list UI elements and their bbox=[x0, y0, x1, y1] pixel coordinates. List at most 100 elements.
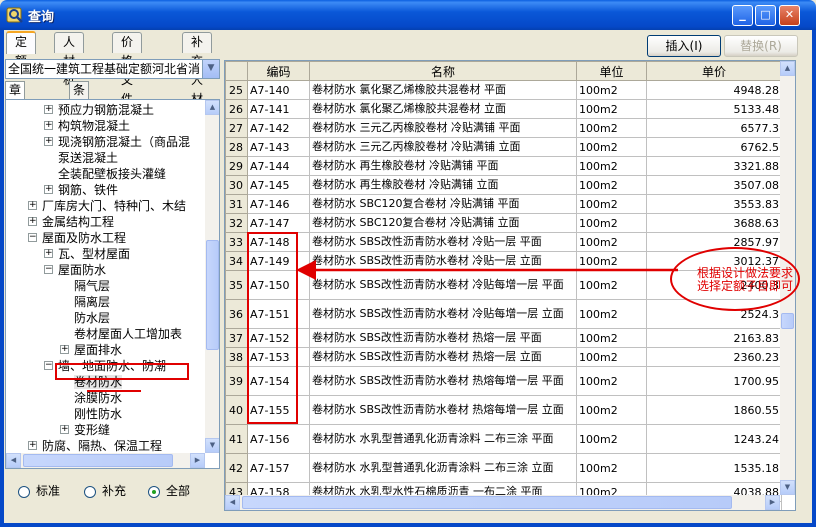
row-index[interactable]: 27 bbox=[225, 118, 248, 138]
column-header-code[interactable]: 编码 bbox=[247, 61, 310, 81]
radio-circle-icon[interactable] bbox=[148, 485, 160, 498]
cell-name[interactable]: 卷材防水 三元乙丙橡胶卷材 冷贴满铺 立面 bbox=[309, 137, 577, 157]
tree-item[interactable]: + 变形缝 bbox=[60, 422, 110, 438]
table-row[interactable]: 25 A7-140 卷材防水 氯化聚乙烯橡胶共混卷材 平面 100m2 4948.28 bbox=[225, 80, 782, 100]
expand-icon[interactable]: + bbox=[44, 121, 53, 130]
row-index[interactable]: 35 bbox=[225, 270, 248, 300]
row-index[interactable]: 28 bbox=[225, 137, 248, 157]
cell-name[interactable]: 卷材防水 SBS改性沥青防水卷材 热熔一层 立面 bbox=[309, 347, 577, 367]
tree-vertical-scrollbar[interactable]: ▲ ▼ bbox=[205, 100, 219, 453]
expand-icon[interactable]: + bbox=[28, 201, 37, 210]
cell-price[interactable]: 3321.88 bbox=[646, 156, 782, 176]
grid-horizontal-scrollbar[interactable]: ◀ ▶ bbox=[225, 495, 780, 510]
column-header-unit[interactable]: 单位 bbox=[576, 61, 647, 81]
row-index[interactable]: 36 bbox=[225, 299, 248, 329]
cell-code[interactable]: A7-143 bbox=[247, 137, 310, 157]
cell-unit[interactable]: 100m2 bbox=[576, 453, 647, 483]
scroll-down-icon[interactable]: ▼ bbox=[780, 480, 795, 495]
row-index[interactable]: 42 bbox=[225, 453, 248, 483]
cell-name[interactable]: 卷材防水 氯化聚乙烯橡胶共混卷材 平面 bbox=[309, 80, 577, 100]
table-row[interactable]: 28 A7-143 卷材防水 三元乙丙橡胶卷材 冷贴满铺 立面 100m2 6762.5 bbox=[225, 137, 782, 157]
row-index[interactable]: 40 bbox=[225, 395, 248, 425]
table-row[interactable]: 26 A7-141 卷材防水 氯化聚乙烯橡胶共混卷材 立面 100m2 5133.48 bbox=[225, 99, 782, 119]
expand-icon[interactable]: + bbox=[28, 441, 37, 450]
tree-item[interactable]: + 厂库房大门、特种门、木结 bbox=[28, 198, 186, 214]
collapse-icon[interactable]: − bbox=[44, 361, 53, 370]
radio-circle-icon[interactable] bbox=[18, 485, 30, 498]
cell-name[interactable]: 卷材防水 水乳型普通乳化沥青涂料 二布三涂 平面 bbox=[309, 424, 577, 454]
cell-price[interactable]: 2163.83 bbox=[646, 328, 782, 348]
tree-item[interactable]: 涂膜防水 bbox=[74, 390, 122, 406]
cell-code[interactable]: A7-156 bbox=[247, 424, 310, 454]
row-index[interactable]: 25 bbox=[225, 80, 248, 100]
cell-name[interactable]: 卷材防水 SBS改性沥青防水卷材 冷贴每增一层 立面 bbox=[309, 299, 577, 329]
cell-code[interactable]: A7-147 bbox=[247, 213, 310, 233]
cell-name[interactable]: 卷材防水 再生橡胶卷材 冷贴满铺 平面 bbox=[309, 156, 577, 176]
expand-icon[interactable]: + bbox=[44, 249, 53, 258]
cell-price[interactable]: 3688.63 bbox=[646, 213, 782, 233]
row-index[interactable]: 31 bbox=[225, 194, 248, 214]
table-row[interactable]: 41 A7-156 卷材防水 水乳型普通乳化沥青涂料 二布三涂 平面 100m2 124… bbox=[225, 424, 782, 454]
cell-code[interactable]: A7-144 bbox=[247, 156, 310, 176]
cell-price[interactable]: 2360.23 bbox=[646, 347, 782, 367]
row-index[interactable]: 33 bbox=[225, 232, 248, 252]
tree-item[interactable]: − 屋面及防水工程 bbox=[28, 230, 126, 246]
expand-icon[interactable]: + bbox=[60, 425, 69, 434]
table-row[interactable]: 31 A7-146 卷材防水 SBC120复合卷材 冷贴满铺 平面 100m2 3553… bbox=[225, 194, 782, 214]
replace-button[interactable]: 替换(R) bbox=[724, 35, 798, 57]
tab-price-file[interactable]: 价格文件 bbox=[112, 32, 143, 106]
column-header-index[interactable] bbox=[225, 61, 248, 81]
tree-item[interactable]: 泵送混凝土 bbox=[58, 150, 118, 166]
tab-quota[interactable]: 定额 bbox=[6, 31, 37, 68]
cell-unit[interactable]: 100m2 bbox=[576, 175, 647, 195]
tree-scroll-thumb[interactable] bbox=[206, 240, 219, 350]
tree-item[interactable]: 刚性防水 bbox=[74, 406, 122, 422]
tree-horizontal-scrollbar[interactable]: ◀ ▶ bbox=[6, 453, 205, 468]
cell-name[interactable]: 卷材防水 SBC120复合卷材 冷贴满铺 立面 bbox=[309, 213, 577, 233]
title-bar[interactable]: 查询 _ □ ✕ bbox=[0, 0, 816, 30]
expand-icon[interactable]: + bbox=[60, 345, 69, 354]
table-row[interactable]: 38 A7-153 卷材防水 SBS改性沥青防水卷材 热熔一层 立面 100m2 236… bbox=[225, 347, 782, 367]
radio-all[interactable]: 全部 bbox=[148, 484, 190, 500]
tree-item[interactable]: + 钢筋、铁件 bbox=[44, 182, 118, 198]
cell-unit[interactable]: 100m2 bbox=[576, 299, 647, 329]
close-button[interactable]: ✕ bbox=[779, 5, 800, 26]
cell-code[interactable]: A7-140 bbox=[247, 80, 310, 100]
table-row[interactable]: 33 A7-148 卷材防水 SBS改性沥青防水卷材 冷贴一层 平面 100m2 285… bbox=[225, 232, 782, 252]
tree-item[interactable]: 隔气层 bbox=[74, 278, 110, 294]
radio-standard[interactable]: 标准 bbox=[18, 484, 60, 500]
cell-unit[interactable]: 100m2 bbox=[576, 194, 647, 214]
cell-unit[interactable]: 100m2 bbox=[576, 328, 647, 348]
grid-scroll-thumb[interactable] bbox=[781, 313, 794, 329]
cell-unit[interactable]: 100m2 bbox=[576, 232, 647, 252]
scroll-down-icon[interactable]: ▼ bbox=[205, 438, 219, 453]
scroll-right-icon[interactable]: ▶ bbox=[765, 495, 780, 510]
tree-item[interactable]: 防水层 bbox=[74, 310, 110, 326]
quota-library-select[interactable]: 全国统一建筑工程基础定额河北省消 ▼ bbox=[5, 59, 220, 79]
table-row[interactable]: 32 A7-147 卷材防水 SBC120复合卷材 冷贴满铺 立面 100m2 3688… bbox=[225, 213, 782, 233]
tree-item[interactable]: + 屋面排水 bbox=[60, 342, 122, 358]
cell-price[interactable]: 4948.28 bbox=[646, 80, 782, 100]
scroll-up-icon[interactable]: ▲ bbox=[205, 100, 219, 115]
scroll-left-icon[interactable]: ◀ bbox=[225, 495, 240, 510]
cell-name[interactable]: 卷材防水 SBS改性沥青防水卷材 热熔每增一层 平面 bbox=[309, 366, 577, 396]
cell-unit[interactable]: 100m2 bbox=[576, 80, 647, 100]
tree-item[interactable]: + 现浇钢筋混凝土（商品混 bbox=[44, 134, 190, 150]
row-index[interactable]: 41 bbox=[225, 424, 248, 454]
tree-item[interactable]: + 预应力钢筋混凝土 bbox=[44, 102, 154, 118]
cell-name[interactable]: 卷材防水 氯化聚乙烯橡胶共混卷材 立面 bbox=[309, 99, 577, 119]
row-index[interactable]: 32 bbox=[225, 213, 248, 233]
tree-item[interactable]: + 构筑物混凝土 bbox=[44, 118, 130, 134]
tree-item[interactable]: + 瓦、型材屋面 bbox=[44, 246, 130, 262]
radio-supplement[interactable]: 补充 bbox=[84, 484, 126, 500]
tree-item[interactable]: 隔离层 bbox=[74, 294, 110, 310]
table-row[interactable]: 27 A7-142 卷材防水 三元乙丙橡胶卷材 冷贴满铺 平面 100m2 6577.3 bbox=[225, 118, 782, 138]
cell-code[interactable]: A7-157 bbox=[247, 453, 310, 483]
cell-price[interactable]: 1243.24 bbox=[646, 424, 782, 454]
cell-code[interactable]: A7-142 bbox=[247, 118, 310, 138]
cell-name[interactable]: 卷材防水 三元乙丙橡胶卷材 冷贴满铺 平面 bbox=[309, 118, 577, 138]
cell-code[interactable]: A7-145 bbox=[247, 175, 310, 195]
tab-chapter-search[interactable]: 章节查询 bbox=[5, 81, 26, 145]
table-row[interactable]: 42 A7-157 卷材防水 水乳型普通乳化沥青涂料 二布三涂 立面 100m2 153… bbox=[225, 453, 782, 483]
table-row[interactable]: 30 A7-145 卷材防水 再生橡胶卷材 冷贴满铺 立面 100m2 3507.08 bbox=[225, 175, 782, 195]
